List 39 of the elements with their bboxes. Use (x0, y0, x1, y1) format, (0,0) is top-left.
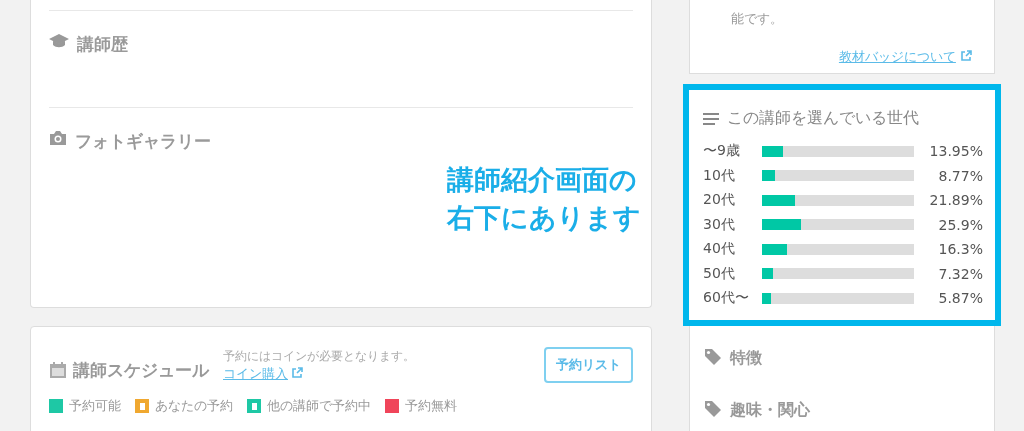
external-link-icon (961, 50, 972, 61)
badge-info-link[interactable]: 教材バッジについて (838, 49, 956, 64)
percentage: 5.87% (937, 290, 983, 307)
annotation-text: 右下にあります (447, 202, 641, 234)
section-title: 趣味・関心 (730, 400, 810, 421)
legend-label: 予約無料 (405, 397, 457, 415)
age-label: 60代〜 (703, 289, 750, 308)
age-label: 30代 (703, 215, 736, 234)
age-label: 20代 (703, 191, 736, 210)
age-label: 10代 (703, 166, 736, 185)
legend-label: 他の講師で予約中 (267, 397, 371, 415)
percentage: 21.89% (928, 192, 983, 209)
percentage: 8.77% (937, 167, 983, 184)
tag-icon (704, 400, 722, 418)
tag-icon (704, 348, 722, 366)
legend-label: あなたの予約 (155, 397, 233, 415)
coin-purchase-link[interactable]: コイン購入 (223, 365, 288, 381)
legend-label: 予約可能 (69, 397, 121, 415)
reservation-list-button[interactable]: 予約リスト (544, 347, 633, 383)
percentage: 7.32% (937, 265, 983, 282)
calendar-icon (49, 361, 67, 379)
external-link-icon (291, 366, 303, 378)
percentage: 13.95% (928, 143, 983, 160)
annotation-text: 講師紹介画面の (447, 164, 638, 196)
section-title: 講師スケジュール (73, 358, 209, 382)
coin-note: 予約にはコインが必要となります。 (223, 347, 416, 365)
camera-icon (49, 130, 67, 146)
percentage: 25.9% (937, 216, 983, 233)
list-icon (703, 112, 719, 125)
section-title: 講師歴 (77, 33, 128, 56)
graduation-cap-icon (49, 33, 69, 49)
age-label: 〜9歳 (703, 142, 741, 161)
chart-title: この講師を選んでいる世代 (727, 108, 919, 129)
badge-description: 能です。 (731, 10, 784, 28)
percentage: 16.3% (937, 241, 983, 258)
section-title: フォトギャラリー (75, 130, 211, 153)
age-label: 40代 (703, 240, 736, 259)
section-title: 特徴 (730, 348, 762, 369)
age-label: 50代 (703, 264, 736, 283)
